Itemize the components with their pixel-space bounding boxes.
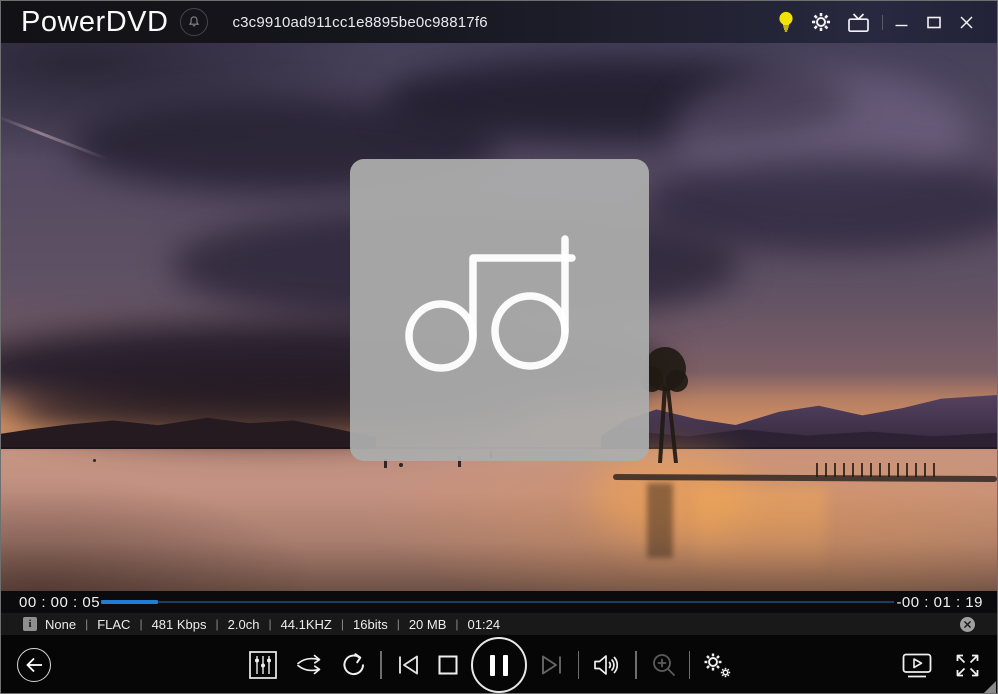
info-item: FLAC [97, 616, 131, 632]
app-logo: PowerDVD [21, 6, 169, 38]
reeds [816, 463, 936, 477]
progress-fill [101, 600, 159, 604]
view-cluster [902, 635, 981, 693]
elapsed-time: 00 : 00 : 05 [19, 593, 101, 611]
fullscreen-button[interactable] [954, 652, 981, 679]
info-item: None [45, 616, 77, 632]
minimize-button[interactable] [895, 1, 908, 43]
controls-separator [380, 651, 382, 679]
info-bar-close-button[interactable] [960, 616, 975, 632]
previous-icon [398, 655, 418, 675]
pause-bar [502, 654, 508, 676]
info-item: 20 MB [408, 616, 447, 632]
music-placeholder-card [350, 159, 649, 461]
repeat-button[interactable] [339, 652, 366, 679]
info-item: 481 Kbps [151, 616, 207, 632]
music-note-icon [405, 235, 576, 372]
info-separator: | [455, 617, 459, 631]
shuffle-button[interactable] [295, 653, 323, 677]
info-separator: | [139, 617, 143, 631]
close-button[interactable] [960, 1, 973, 43]
seek-bar[interactable] [101, 597, 894, 607]
notification-bell-button[interactable] [180, 8, 209, 36]
fullscreen-icon [956, 654, 979, 676]
play-in-media-panel-button[interactable] [902, 652, 932, 678]
back-arrow-icon [26, 657, 42, 673]
info-item: 01:24 [467, 616, 501, 632]
audio-equalizer-button[interactable] [249, 651, 277, 679]
play-in-panel-icon [902, 653, 932, 678]
info-separator: | [396, 617, 400, 631]
learning-center-button[interactable] [778, 1, 794, 43]
water-pole [399, 463, 403, 467]
tv-mode-button[interactable] [847, 1, 870, 43]
controls-separator [577, 651, 579, 679]
bell-icon [189, 16, 200, 27]
settings-gears-icon [704, 653, 731, 678]
volume-icon [594, 655, 619, 675]
minimize-icon [895, 24, 908, 26]
volume-button[interactable] [593, 652, 621, 678]
playback-controls [1, 635, 997, 693]
transport-cluster [249, 635, 732, 693]
water-pole [93, 459, 96, 462]
close-x-icon [964, 620, 971, 628]
next-icon [541, 655, 561, 675]
tree-reflection [647, 483, 673, 558]
info-item: 16bits [353, 616, 388, 632]
next-track-button[interactable] [539, 652, 564, 678]
remaining-time: -00 : 01 : 19 [896, 593, 983, 611]
info-item: 44.1KHZ [280, 616, 332, 632]
info-separator: | [215, 617, 219, 631]
info-item: 2.0ch [227, 616, 260, 632]
previous-track-button[interactable] [396, 652, 421, 678]
water-reflection [696, 488, 826, 591]
close-icon [960, 15, 973, 29]
info-separator: | [85, 617, 89, 631]
maximize-button[interactable] [927, 1, 941, 43]
lightbulb-icon [779, 11, 793, 32]
info-separator: | [268, 617, 272, 631]
info-separator: | [340, 617, 344, 631]
info-icon: i [23, 617, 37, 631]
titlebar-buttons [778, 1, 997, 43]
seek-track [101, 601, 894, 603]
zoom-button[interactable] [651, 652, 677, 678]
gear-icon [812, 13, 830, 31]
player-settings-button[interactable] [702, 651, 732, 679]
pause-button[interactable] [470, 637, 527, 693]
maximize-icon [927, 16, 941, 28]
titlebar-separator [882, 14, 883, 30]
repeat-icon [343, 652, 364, 675]
controls-separator [688, 651, 690, 679]
controls-separator [635, 651, 637, 679]
powerdvd-window: PowerDVD c3c9910ad911cc1e8895be0c98817f6 [0, 0, 998, 694]
progress-row: 00 : 00 : 05 -00 : 01 : 19 [1, 591, 997, 613]
back-button[interactable] [17, 648, 51, 682]
background-photo [1, 43, 997, 591]
stop-icon [438, 655, 457, 675]
shuffle-icon [297, 654, 321, 675]
pause-bar [489, 654, 495, 676]
media-info-bar: i None | FLAC | 481 Kbps | 2.0ch | 44.1K… [1, 613, 997, 635]
window-title: c3c9910ad911cc1e8895be0c98817f6 [232, 13, 488, 31]
titlebar: PowerDVD c3c9910ad911cc1e8895be0c98817f6 [1, 1, 997, 43]
tv-mode-icon [848, 12, 869, 32]
stop-button[interactable] [437, 654, 459, 676]
resize-grip[interactable] [983, 681, 996, 693]
settings-button[interactable] [811, 1, 831, 43]
zoom-magnifier-icon [652, 654, 675, 676]
equalizer-icon [249, 651, 277, 679]
